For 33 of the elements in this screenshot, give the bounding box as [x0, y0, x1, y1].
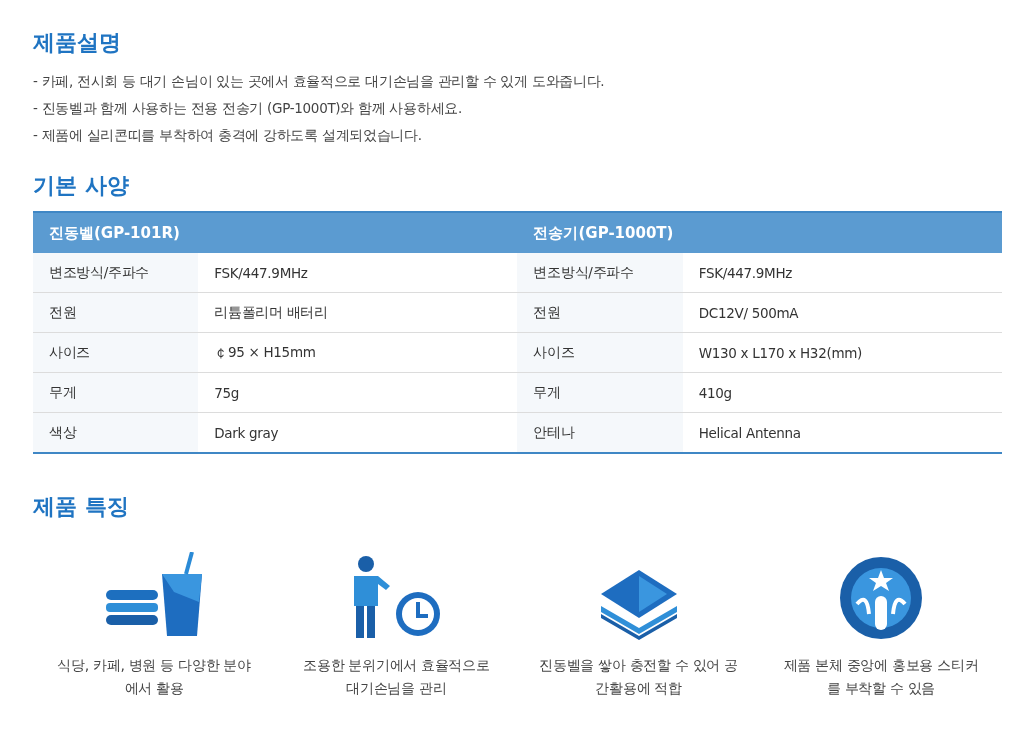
- spec-value-cell: 리튬폴리머 배터리: [198, 292, 518, 333]
- spec-label-cell: 무게: [517, 372, 683, 413]
- spec-value-cell: 75g: [198, 372, 518, 413]
- spec-label-cell: 전원: [33, 292, 199, 333]
- table-header: 전송기(GP-1000T): [517, 212, 1002, 253]
- spec-label-cell: 전원: [517, 292, 683, 333]
- spec-label-cell: 변조방식/주파수: [33, 253, 199, 293]
- description-line: - 제품에 실리콘띠를 부착하여 충격에 강하도록 설계되었습니다.: [33, 126, 423, 145]
- spec-label-cell: 무게: [33, 372, 199, 413]
- spec-value-cell: DC12V/ 500mA: [682, 292, 1002, 333]
- spec-label-cell: 변조방식/주파수: [517, 253, 683, 293]
- feature-caption: 조용한 분위기에서 효율적으로 대기손님을 관리: [303, 656, 490, 698]
- spec-label-cell: 사이즈: [33, 332, 199, 373]
- table-header: 진동벨(GP-101R): [33, 212, 518, 253]
- spec-value-cell: FSK/447.9MHz: [682, 253, 1002, 293]
- spec-label-cell: 색상: [33, 412, 199, 453]
- spec-label-cell: 사이즈: [517, 332, 683, 373]
- spec-value-cell: W130 x L170 x H32(mm): [682, 332, 1002, 373]
- spec-value-cell: Dark gray: [198, 412, 518, 453]
- spec-label-cell: 안테나: [517, 412, 683, 453]
- description-line: - 카페, 전시회 등 대기 손님이 있는 곳에서 효율적으로 대기손님을 관리할 수 있게 도와줍니다.: [33, 72, 606, 91]
- spec-value-cell: ￠95 × H15mm: [198, 332, 518, 373]
- spec-value-cell: FSK/447.9MHz: [198, 253, 518, 293]
- feature-caption: 진동벨을 쌓아 충전할 수 있어 공 간활용에 적합: [539, 656, 739, 698]
- section-title: 제품설명: [33, 29, 122, 57]
- spec-value-cell: Helical Antenna: [682, 412, 1002, 453]
- spec-value-cell: 410g: [682, 372, 1002, 413]
- feature-caption: 제품 본체 중앙에 홍보용 스티커 를 부착할 수 있음: [783, 656, 979, 698]
- section-title: 제품 특징: [33, 493, 130, 521]
- description-line: - 진동벨과 함께 사용하는 전용 전송기 (GP-1000T)와 함께 사용하세요.: [33, 99, 463, 118]
- section-title: 기본 사양: [33, 172, 130, 200]
- star-emblem-icon: [838, 556, 923, 640]
- feature-caption: 식당, 카페, 병원 등 다양한 분야 에서 활용: [57, 656, 251, 698]
